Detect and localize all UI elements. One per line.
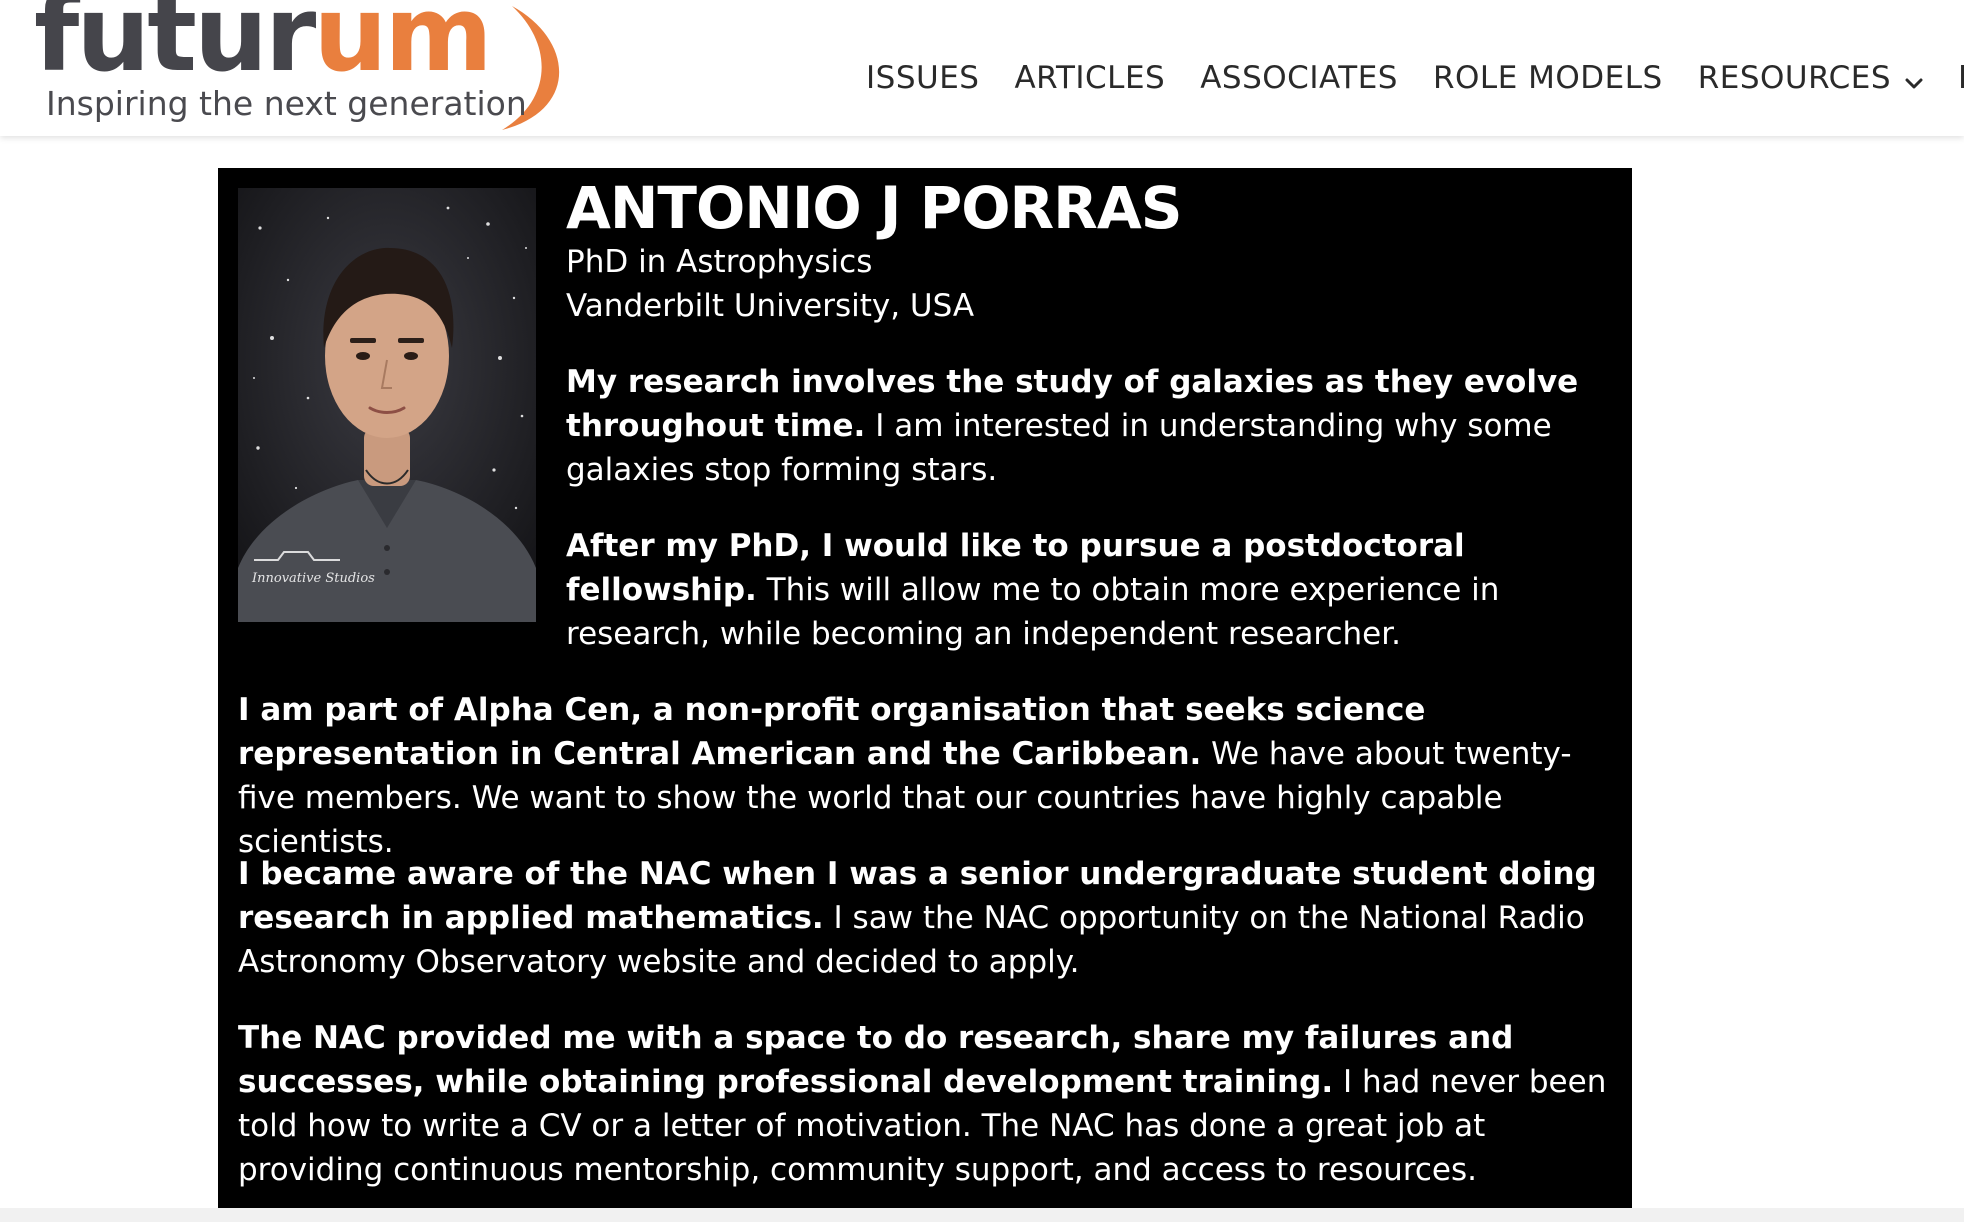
main-nav: ISSUES ARTICLES ASSOCIATES ROLE MODELS R… bbox=[866, 56, 1964, 100]
profile-photo: Innovative Studios bbox=[238, 188, 536, 622]
nav-item-issues[interactable]: ISSUES bbox=[866, 60, 979, 96]
page-bottom-strip bbox=[0, 1208, 1964, 1222]
chevron-down-icon bbox=[1905, 62, 1923, 98]
nav-item-label: ASSOCIATES bbox=[1200, 60, 1398, 96]
profile-card: Innovative Studios ANTONIO J PORRAS PhD … bbox=[218, 168, 1632, 1208]
photo-watermark: Innovative Studios bbox=[251, 571, 375, 586]
futurum-logo[interactable]: futurum Inspiring the next generation bbox=[34, 0, 564, 136]
bio-paragraph: My research involves the study of galaxi… bbox=[566, 360, 1616, 492]
nav-item-label: ISSUES bbox=[866, 60, 980, 96]
nav-item-resources[interactable]: RESOURCES bbox=[1698, 58, 1923, 98]
bio-paragraph: After my PhD, I would like to pursue a p… bbox=[566, 524, 1616, 656]
profile-name: ANTONIO J PORRAS bbox=[566, 174, 1182, 242]
nav-item-label: BL bbox=[1958, 60, 1964, 96]
bio-lead: The NAC provided me with a space to do r… bbox=[238, 1020, 1514, 1100]
nav-item-articles[interactable]: ARTICLES bbox=[1014, 60, 1165, 96]
nav-item-role-models[interactable]: ROLE MODELS bbox=[1433, 60, 1663, 96]
nav-item-label: RESOURCES bbox=[1697, 60, 1892, 96]
nav-item-label: ROLE MODELS bbox=[1432, 60, 1663, 96]
bio-paragraph: The NAC provided me with a space to do r… bbox=[238, 1016, 1616, 1192]
site-header: futurum Inspiring the next generation IS… bbox=[0, 0, 1964, 136]
bio-paragraph: I am part of Alpha Cen, a non-profit org… bbox=[238, 688, 1616, 864]
nav-item-blog[interactable]: BL bbox=[1958, 60, 1964, 96]
profile-degree: PhD in Astrophysics bbox=[566, 244, 873, 280]
nav-item-label: ARTICLES bbox=[1014, 60, 1166, 96]
profile-university: Vanderbilt University, USA bbox=[566, 288, 975, 324]
logo-wordmark: futurum bbox=[34, 0, 493, 95]
logo-tagline: Inspiring the next generation bbox=[46, 84, 527, 123]
nav-item-associates[interactable]: ASSOCIATES bbox=[1200, 60, 1398, 96]
bio-paragraph: I became aware of the NAC when I was a s… bbox=[238, 852, 1616, 984]
